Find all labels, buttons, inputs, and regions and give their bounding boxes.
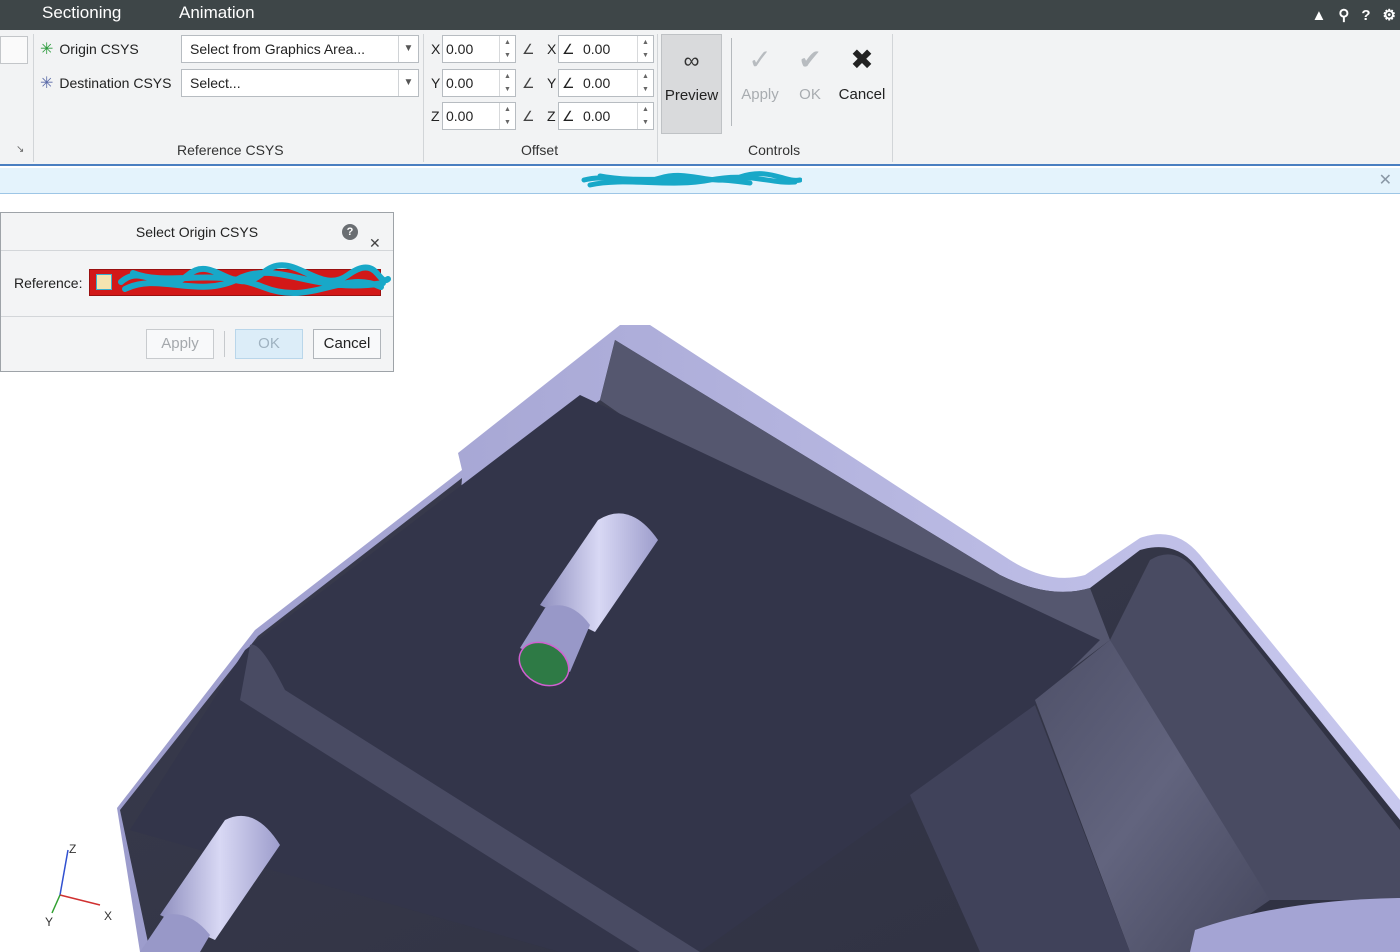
dialog-launcher-icon[interactable]: ↘: [16, 144, 24, 155]
close-icon: ✖: [850, 44, 874, 75]
spinner-arrows-icon[interactable]: ▲ ▼: [499, 36, 515, 62]
spinner-arrows-icon[interactable]: ▲ ▼: [499, 70, 515, 96]
dialog-title-bar: Select Origin CSYS ? ✕: [1, 213, 393, 251]
dialog-ok-button[interactable]: OK: [235, 329, 303, 359]
offset-z-input[interactable]: 0.00 ▲ ▼: [442, 102, 516, 130]
group-separator: [423, 34, 424, 162]
ok-button[interactable]: ✔ OK: [780, 34, 840, 132]
group-label-reference-csys: Reference CSYS: [177, 142, 284, 158]
cancel-button[interactable]: ✖ Cancel: [832, 34, 892, 132]
rotation-z-input[interactable]: ∠ 0.00 ▲ ▼: [558, 102, 654, 130]
destination-csys-row: ✳ Destination CSYS: [40, 73, 171, 93]
offset-z-value: 0.00: [446, 108, 474, 124]
ribbon: ↘ ✳ Origin CSYS Select from Graphics Are…: [0, 30, 1400, 166]
divider: [224, 331, 225, 357]
settings-icon[interactable]: ⚙: [1383, 6, 1396, 24]
rotation-y-label: Y: [547, 75, 557, 91]
group-label-offset: Offset: [521, 142, 559, 158]
angle-icon: ∠: [562, 41, 575, 57]
spinner-arrows-icon[interactable]: ▲ ▼: [637, 103, 653, 129]
ok-label: OK: [799, 86, 821, 103]
offset-z-label: Z: [431, 108, 440, 124]
check-icon: ✔: [798, 44, 822, 75]
destination-csys-value: Select...: [190, 75, 241, 91]
part-icon: [96, 274, 112, 290]
rotation-icon: ∠: [522, 41, 535, 57]
redaction-scribble: [118, 262, 391, 296]
rotation-x-label: X: [547, 41, 557, 57]
help-icon[interactable]: ?: [342, 224, 358, 240]
reference-label: Reference:: [14, 275, 83, 291]
rotation-x-value: 0.00: [583, 41, 611, 57]
divider: [1, 316, 393, 317]
triad-y-label: Y: [45, 915, 53, 929]
apply-label: Apply: [741, 86, 779, 103]
group-separator: [33, 34, 34, 162]
help-icon[interactable]: ?: [1361, 7, 1370, 24]
tab-sectioning[interactable]: Sectioning: [42, 3, 121, 23]
origin-csys-select[interactable]: Select from Graphics Area... ▼: [181, 35, 419, 63]
rotation-x-input[interactable]: ∠ 0.00 ▲ ▼: [558, 35, 654, 63]
dialog-title: Select Origin CSYS: [135, 224, 259, 240]
offset-x-input[interactable]: 0.00 ▲ ▼: [442, 35, 516, 63]
triad-x-label: X: [104, 909, 112, 923]
triad-z-label: Z: [69, 842, 76, 856]
glasses-icon: ∞: [683, 48, 700, 73]
offset-x-value: 0.00: [446, 41, 474, 57]
ribbon-tab-bar: Sectioning Animation ▲ ⚲ ? ⚙: [0, 0, 1400, 30]
search-icon[interactable]: ⚲: [1338, 6, 1349, 24]
csys-icon: ✳: [40, 41, 54, 58]
group-separator: [892, 34, 893, 162]
preview-label: Preview: [664, 87, 719, 104]
coordinate-triad: Z X Y: [45, 842, 112, 929]
chevron-down-icon[interactable]: ▼: [398, 70, 418, 96]
rotation-icon: ∠: [522, 108, 535, 124]
rotation-icon: ∠: [522, 75, 535, 91]
offset-y-input[interactable]: 0.00 ▲ ▼: [442, 69, 516, 97]
partial-ribbon-control[interactable]: [0, 36, 28, 64]
close-icon[interactable]: ✕: [1379, 170, 1392, 190]
csys-icon: ✳: [40, 75, 54, 92]
angle-icon: ∠: [562, 108, 575, 124]
rotation-z-label: Z: [547, 108, 556, 124]
redaction-scribble: [581, 171, 802, 188]
dialog-cancel-button[interactable]: Cancel: [313, 329, 381, 359]
caret-up-icon[interactable]: ▲: [1312, 7, 1327, 24]
rotation-y-input[interactable]: ∠ 0.00 ▲ ▼: [558, 69, 654, 97]
rotation-z-value: 0.00: [583, 108, 611, 124]
chevron-down-icon[interactable]: ▼: [398, 36, 418, 62]
offset-y-label: Y: [431, 75, 441, 91]
group-label-controls: Controls: [748, 142, 801, 158]
offset-y-value: 0.00: [446, 75, 474, 91]
origin-csys-label: Origin CSYS: [59, 41, 139, 57]
offset-x-label: X: [431, 41, 441, 57]
destination-csys-select[interactable]: Select... ▼: [181, 69, 419, 97]
group-separator: [657, 34, 658, 162]
cancel-label: Cancel: [838, 86, 886, 103]
tab-animation[interactable]: Animation: [179, 3, 255, 23]
dialog-apply-button[interactable]: Apply: [146, 329, 214, 359]
topbar-icons: ▲ ⚲ ? ⚙: [1312, 0, 1400, 30]
origin-csys-row: ✳ Origin CSYS: [40, 39, 139, 59]
preview-button[interactable]: ∞ Preview: [661, 34, 722, 134]
angle-icon: ∠: [562, 75, 575, 91]
spinner-arrows-icon[interactable]: ▲ ▼: [637, 70, 653, 96]
select-origin-csys-dialog: Select Origin CSYS ? ✕ Reference: Apply …: [0, 212, 394, 372]
spinner-arrows-icon[interactable]: ▲ ▼: [499, 103, 515, 129]
destination-csys-label: Destination CSYS: [59, 75, 172, 91]
origin-csys-value: Select from Graphics Area...: [190, 41, 366, 57]
spinner-arrows-icon[interactable]: ▲ ▼: [637, 36, 653, 62]
rotation-y-value: 0.00: [583, 75, 611, 91]
